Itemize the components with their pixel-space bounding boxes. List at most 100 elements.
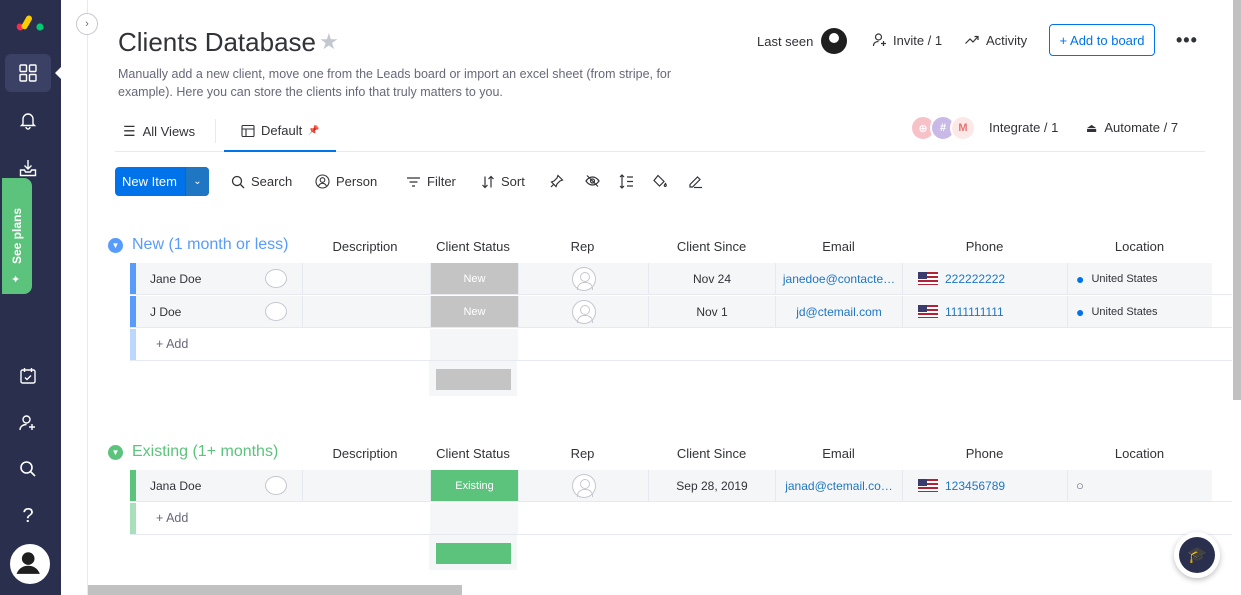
comment-bubble-icon[interactable] — [265, 269, 287, 288]
horizontal-scrollbar[interactable] — [88, 585, 462, 595]
column-header-email[interactable]: Email — [775, 239, 902, 254]
see-plans-button[interactable]: See plans ✦ — [2, 178, 32, 294]
status-badge[interactable]: Existing — [430, 470, 518, 501]
column-header-client-status[interactable]: Client Status — [429, 446, 517, 461]
pin-icon: 📌 — [308, 125, 320, 135]
status-badge[interactable]: New — [430, 263, 518, 294]
column-header-client-status[interactable]: Client Status — [429, 239, 517, 254]
learning-center-button[interactable]: 🎓 — [1174, 532, 1220, 578]
email-cell[interactable]: janedoe@contacte… — [775, 263, 902, 294]
search-icon — [231, 175, 245, 188]
table-row[interactable]: J Doe New Nov 1 jd@ctemail.com 111111111… — [130, 296, 1232, 328]
phone-cell[interactable]: 222222222 — [902, 263, 1067, 294]
column-header-location[interactable]: Location — [1067, 239, 1212, 254]
location-cell[interactable]: ● United States — [1067, 296, 1212, 327]
edit-pen-icon[interactable] — [686, 172, 704, 190]
automate-label: Automate / 7 — [1104, 120, 1179, 135]
user-avatar-icon[interactable] — [10, 544, 50, 584]
group-header-existing[interactable]: ▼ Existing (1+ months) — [108, 440, 278, 464]
description-cell[interactable] — [302, 263, 430, 294]
pin-icon[interactable] — [548, 172, 566, 190]
location-cell[interactable]: ○ — [1067, 470, 1212, 501]
star-icon[interactable]: ★ — [319, 29, 339, 55]
column-header-description[interactable]: Description — [300, 446, 430, 461]
rep-cell[interactable] — [518, 263, 648, 294]
sort-icon — [482, 175, 494, 188]
calendar-check-icon[interactable] — [5, 357, 51, 395]
column-header-description[interactable]: Description — [300, 239, 430, 254]
invite-button[interactable]: Invite / 1 — [872, 32, 942, 48]
description-cell[interactable] — [302, 470, 430, 501]
comment-bubble-icon[interactable] — [265, 476, 287, 495]
add-item-row[interactable]: + Add — [130, 503, 1232, 535]
column-header-client-since[interactable]: Client Since — [648, 446, 775, 461]
chevron-right-icon[interactable]: › — [76, 13, 98, 35]
person-placeholder-icon — [571, 299, 596, 324]
monday-logo[interactable] — [15, 10, 47, 34]
description-cell[interactable] — [302, 296, 430, 327]
automate-button[interactable]: ⏏ Automate / 7 — [1086, 120, 1178, 135]
vertical-scrollbar[interactable] — [1233, 0, 1241, 400]
add-item-row[interactable]: + Add — [130, 329, 1232, 361]
add-item-label[interactable]: + Add — [156, 511, 188, 525]
bell-icon[interactable] — [5, 101, 51, 139]
chevron-down-icon[interactable]: ⌄ — [185, 167, 209, 196]
table-row[interactable]: Jana Doe Existing Sep 28, 2019 janad@cte… — [130, 470, 1232, 502]
status-summary[interactable] — [429, 361, 517, 396]
column-header-email[interactable]: Email — [775, 446, 902, 461]
paint-bucket-icon[interactable] — [651, 172, 669, 190]
person-filter-button[interactable]: Person — [315, 174, 377, 189]
table-row[interactable]: Jane Doe New Nov 24 janedoe@contacte… 22… — [130, 263, 1232, 295]
column-header-rep[interactable]: Rep — [517, 239, 648, 254]
add-item-label[interactable]: + Add — [156, 337, 188, 351]
row-height-icon[interactable] — [617, 172, 635, 190]
chevron-down-icon[interactable]: ▼ — [108, 444, 123, 460]
last-seen[interactable]: Last seen — [757, 28, 848, 54]
client-since-cell[interactable]: Nov 1 — [648, 296, 775, 327]
integration-icons[interactable]: ⊕ # M — [910, 113, 976, 143]
view-tabs: ☰ All Views Default 📌 ⊕ # M Integrate / … — [115, 111, 1205, 152]
group-header-new[interactable]: ▼ New (1 month or less) — [108, 233, 289, 257]
column-header-phone[interactable]: Phone — [902, 446, 1067, 461]
column-header-client-since[interactable]: Client Since — [648, 239, 775, 254]
phone-number[interactable]: 222222222 — [945, 272, 1005, 286]
search-button[interactable]: Search — [231, 174, 292, 189]
tab-all-views[interactable]: ☰ All Views — [123, 111, 195, 151]
comment-bubble-icon[interactable] — [265, 302, 287, 321]
group-title[interactable]: New (1 month or less) — [132, 236, 289, 254]
search-icon[interactable] — [5, 450, 51, 488]
client-since-cell[interactable]: Nov 24 — [648, 263, 775, 294]
phone-cell[interactable]: 123456789 — [902, 470, 1067, 501]
location-cell[interactable]: ● United States — [1067, 263, 1212, 294]
phone-cell[interactable]: 1111111111 — [902, 296, 1067, 327]
chevron-down-icon[interactable]: ▼ — [108, 237, 123, 253]
tab-default-label: Default — [261, 123, 303, 138]
sort-button[interactable]: Sort — [481, 174, 525, 189]
hide-eye-icon[interactable] — [583, 172, 601, 190]
home-grid-icon[interactable] — [5, 54, 51, 92]
phone-number[interactable]: 1111111111 — [945, 305, 1004, 319]
group-title[interactable]: Existing (1+ months) — [132, 443, 278, 461]
column-header-rep[interactable]: Rep — [517, 446, 648, 461]
help-icon[interactable]: ? — [5, 497, 51, 535]
activity-button[interactable]: Activity — [964, 32, 1027, 48]
integrate-button[interactable]: Integrate / 1 — [989, 120, 1058, 135]
location-text: United States — [1091, 272, 1158, 285]
email-cell[interactable]: janad@ctemail.co… — [775, 470, 902, 501]
rep-cell[interactable] — [518, 470, 648, 501]
new-item-button[interactable]: New Item ⌄ — [115, 167, 209, 196]
filter-icon — [407, 176, 420, 187]
filter-button[interactable]: Filter — [406, 174, 456, 189]
more-options-icon[interactable]: ••• — [1176, 30, 1198, 51]
status-summary[interactable] — [429, 535, 517, 570]
add-user-icon[interactable] — [5, 404, 51, 442]
add-to-board-button[interactable]: + Add to board — [1049, 24, 1155, 56]
client-since-cell[interactable]: Sep 28, 2019 — [648, 470, 775, 501]
column-header-phone[interactable]: Phone — [902, 239, 1067, 254]
rep-cell[interactable] — [518, 296, 648, 327]
phone-number[interactable]: 123456789 — [945, 479, 1005, 493]
tab-default[interactable]: Default 📌 — [224, 111, 336, 152]
status-badge[interactable]: New — [430, 296, 518, 327]
column-header-location[interactable]: Location — [1067, 446, 1212, 461]
email-cell[interactable]: jd@ctemail.com — [775, 296, 902, 327]
